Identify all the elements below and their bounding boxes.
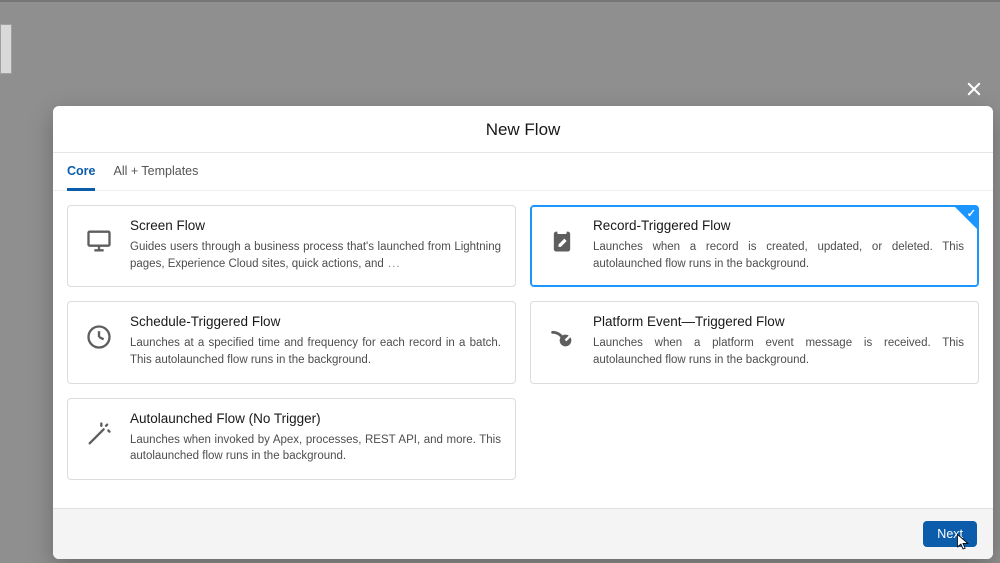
tab-all-templates[interactable]: All + Templates bbox=[113, 153, 198, 190]
wand-icon bbox=[82, 417, 116, 451]
card-body: Schedule-Triggered Flow Launches at a sp… bbox=[130, 314, 501, 368]
close-icon bbox=[965, 80, 983, 98]
next-button[interactable]: Next bbox=[923, 521, 977, 547]
card-schedule-triggered-flow[interactable]: Schedule-Triggered Flow Launches at a sp… bbox=[67, 301, 516, 383]
card-record-triggered-flow[interactable]: ✓ Record-Triggered Flow Launches when a … bbox=[530, 205, 979, 287]
card-title: Platform Event—Triggered Flow bbox=[593, 314, 964, 329]
next-button-label: Next bbox=[937, 527, 963, 541]
check-icon: ✓ bbox=[967, 207, 976, 220]
card-desc: Guides users through a business process … bbox=[130, 239, 501, 272]
clock-icon bbox=[82, 320, 116, 354]
card-body: Autolaunched Flow (No Trigger) Launches … bbox=[130, 411, 501, 465]
tab-core[interactable]: Core bbox=[67, 153, 95, 191]
broadcast-icon bbox=[545, 320, 579, 354]
card-title: Screen Flow bbox=[130, 218, 501, 233]
card-title: Autolaunched Flow (No Trigger) bbox=[130, 411, 501, 426]
clipboard-edit-icon bbox=[545, 224, 579, 258]
card-desc: Launches at a specified time and frequen… bbox=[130, 335, 501, 368]
card-screen-flow[interactable]: Screen Flow Guides users through a busin… bbox=[67, 205, 516, 287]
card-body: Screen Flow Guides users through a busin… bbox=[130, 218, 501, 272]
modal-footer: Next bbox=[53, 508, 993, 559]
card-body: Platform Event—Triggered Flow Launches w… bbox=[593, 314, 964, 368]
flow-type-grid: Screen Flow Guides users through a busin… bbox=[53, 191, 993, 508]
card-title: Schedule-Triggered Flow bbox=[130, 314, 501, 329]
card-desc: Launches when a record is created, updat… bbox=[593, 239, 964, 272]
card-title: Record-Triggered Flow bbox=[593, 218, 964, 233]
card-desc: Launches when invoked by Apex, processes… bbox=[130, 432, 501, 465]
truncate-indicator: ... bbox=[384, 258, 401, 270]
app-bg-divider bbox=[0, 0, 1000, 2]
tabs-bar: Core All + Templates bbox=[53, 153, 993, 191]
card-platform-event-triggered-flow[interactable]: Platform Event—Triggered Flow Launches w… bbox=[530, 301, 979, 383]
monitor-icon bbox=[82, 224, 116, 258]
card-desc: Launches when a platform event message i… bbox=[593, 335, 964, 368]
modal-title: New Flow bbox=[53, 106, 993, 153]
new-flow-modal: New Flow Core All + Templates Screen Flo… bbox=[53, 106, 993, 559]
app-bg-fragment bbox=[0, 24, 12, 74]
card-autolaunched-flow-no-trigger[interactable]: Autolaunched Flow (No Trigger) Launches … bbox=[67, 398, 516, 480]
card-body: Record-Triggered Flow Launches when a re… bbox=[593, 218, 964, 272]
close-button[interactable] bbox=[963, 78, 985, 100]
